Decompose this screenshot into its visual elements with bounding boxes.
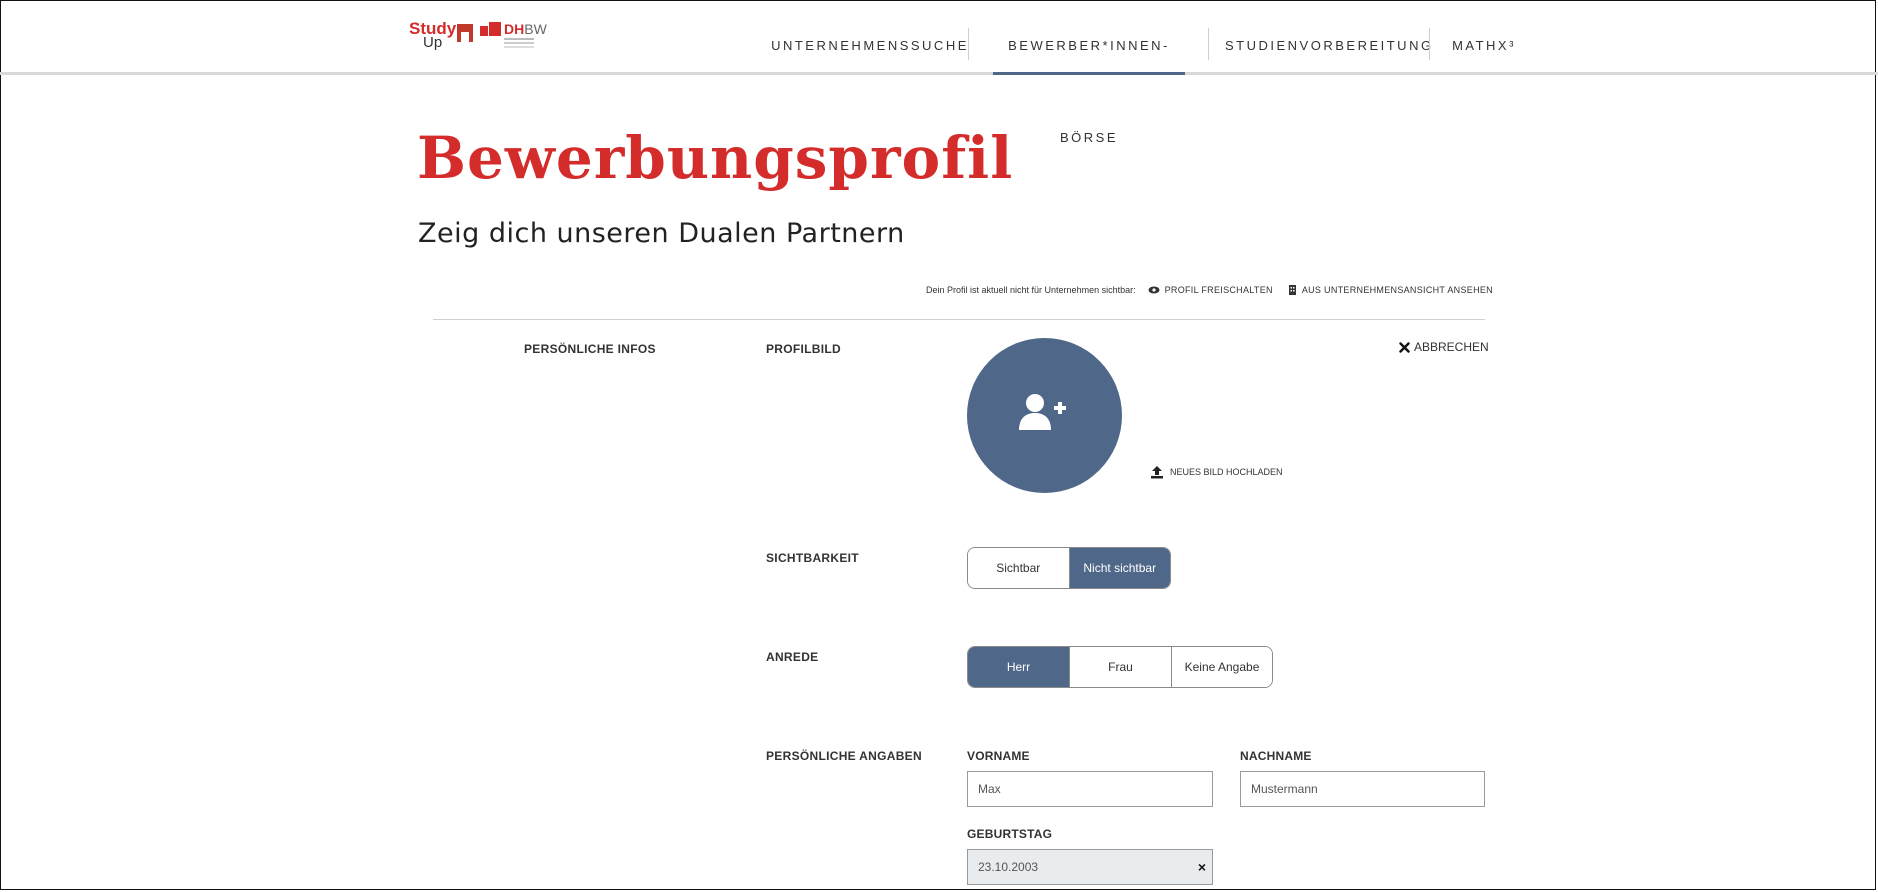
page-subtitle: Zeig dich unseren Dualen Partnern: [418, 218, 905, 249]
visibility-option-visible[interactable]: Sichtbar: [968, 548, 1069, 588]
birthday-field[interactable]: 23.10.2003 ×: [967, 849, 1213, 885]
personal-info-heading: PERSÖNLICHE INFOS: [524, 342, 656, 356]
upload-new-picture-link[interactable]: NEUES BILD HOCHLADEN: [1150, 465, 1283, 479]
top-navigation-bar: Study Up DHBW UNTERNEHMENSSUCHE BEWERBER…: [0, 0, 1878, 145]
add-user-icon: [1019, 394, 1066, 430]
salutation-toggle: Herr Frau Keine Angabe: [967, 646, 1273, 688]
cancel-label: ABBRECHEN: [1414, 340, 1489, 354]
first-name-label: VORNAME: [967, 749, 1030, 763]
birthday-label: GEBURTSTAG: [967, 827, 1053, 841]
unlock-profile-link[interactable]: PROFIL FREISCHALTEN: [1148, 285, 1273, 295]
eye-icon: [1148, 286, 1160, 294]
building-icon: [1288, 285, 1296, 295]
profile-picture-label: PROFILBILD: [766, 342, 841, 356]
nav-bewerberinnen-boerse[interactable]: BEWERBER*INNEN-BÖRSE: [993, 0, 1185, 145]
last-name-field[interactable]: Mustermann: [1240, 771, 1485, 807]
last-name-label: NACHNAME: [1240, 749, 1312, 763]
clear-date-icon[interactable]: ×: [1198, 850, 1206, 884]
studyup-logo-bottom-text: Up: [423, 34, 443, 51]
nav-studienvorbereitung[interactable]: STUDIENVORBEREITUNG: [1225, 0, 1431, 72]
visibility-label: SICHTBARKEIT: [766, 551, 859, 565]
nav-divider: [1429, 28, 1430, 60]
page-title: Bewerbungsprofil: [417, 124, 1014, 192]
salutation-option-keine-angabe[interactable]: Keine Angabe: [1171, 647, 1272, 687]
upload-label: NEUES BILD HOCHLADEN: [1170, 467, 1283, 477]
upload-icon: [1151, 466, 1163, 479]
first-name-field[interactable]: Max: [967, 771, 1213, 807]
salutation-option-frau[interactable]: Frau: [1069, 647, 1171, 687]
nav-divider: [968, 28, 969, 60]
visibility-toggle: Sichtbar Nicht sichtbar: [967, 547, 1171, 589]
salutation-label: ANREDE: [766, 650, 819, 664]
unlock-profile-label: PROFIL FREISCHALTEN: [1164, 285, 1273, 295]
dhbw-logo-rest: BW: [524, 21, 547, 37]
visibility-option-not-visible[interactable]: Nicht sichtbar: [1068, 548, 1170, 588]
dhbw-logo-main: DH: [504, 21, 525, 37]
studyup-logo[interactable]: Study Up: [409, 20, 489, 56]
profile-status-bar: Dein Profil ist aktuell nicht für Untern…: [926, 282, 1493, 298]
personal-details-label: PERSÖNLICHE ANGABEN: [766, 749, 922, 763]
flag-icon-large: [489, 22, 501, 36]
section-divider: [433, 319, 1485, 320]
dhbw-logo-tagline-lines: [504, 38, 534, 40]
close-icon: [1399, 341, 1410, 353]
profile-status-text: Dein Profil ist aktuell nicht für Untern…: [926, 285, 1136, 295]
cancel-button[interactable]: ABBRECHEN: [1399, 340, 1489, 354]
dhbw-logo[interactable]: DHBW: [480, 20, 547, 56]
salutation-option-herr[interactable]: Herr: [968, 647, 1069, 687]
dhbw-logo-text: DHBW: [504, 22, 547, 36]
company-view-label: AUS UNTERNEHMENSANSICHT ANSEHEN: [1301, 285, 1493, 295]
company-view-link[interactable]: AUS UNTERNEHMENSANSICHT ANSEHEN: [1288, 285, 1493, 295]
nav-unternehmenssuche[interactable]: UNTERNEHMENSSUCHE: [770, 0, 970, 72]
flag-icon-small: [480, 26, 488, 36]
profile-picture-placeholder[interactable]: [967, 338, 1122, 493]
birthday-value: 23.10.2003: [978, 860, 1039, 874]
nav-divider: [1208, 28, 1209, 60]
house-door-shape: [461, 32, 469, 44]
nav-mathx[interactable]: MATHX³: [1444, 0, 1524, 72]
